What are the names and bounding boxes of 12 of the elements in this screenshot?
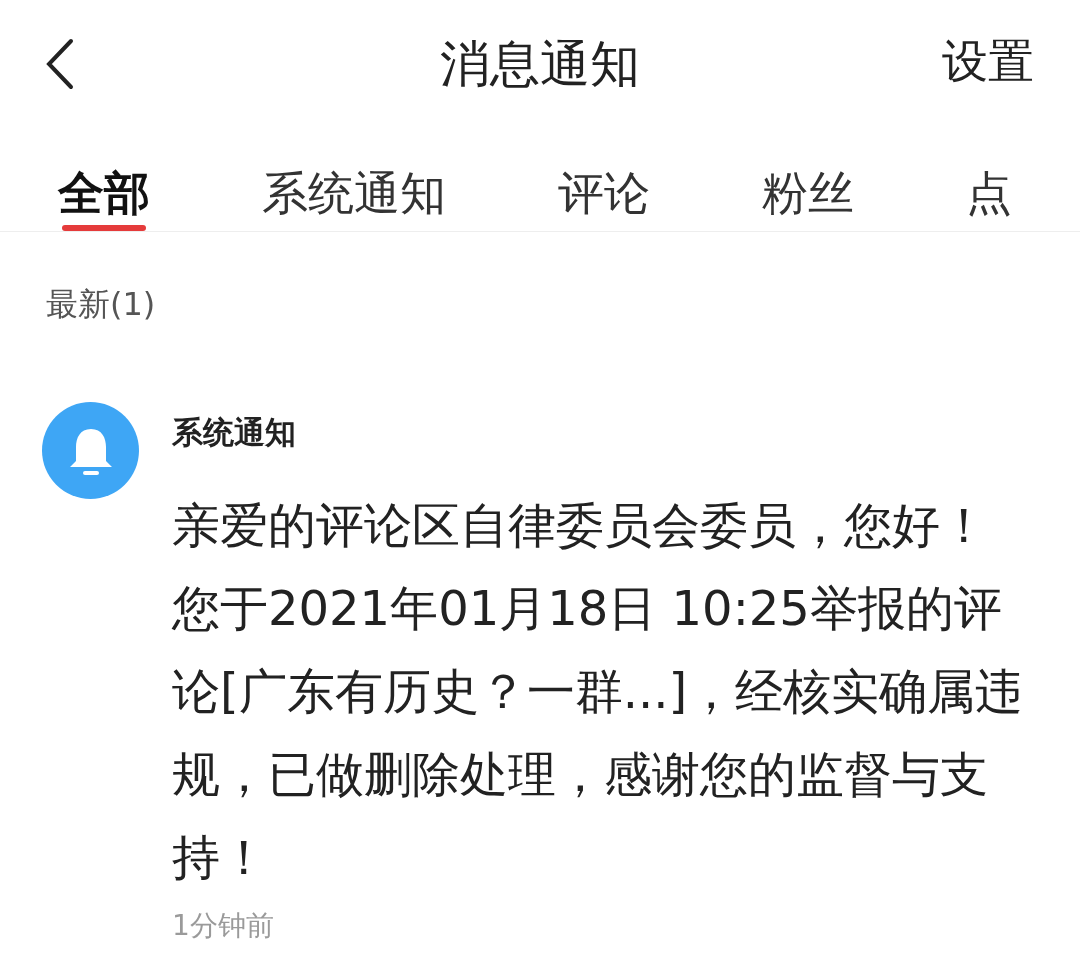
notification-message: 亲爱的评论区自律委员会委员，您好！您于2021年01月18日 10:25举报的评论[广东有历史？一群...]，经核实确属违规，已做删除处理，感谢您的监督与支持！	[172, 496, 1025, 887]
page-title: 消息通知	[440, 39, 640, 89]
settings-button[interactable]: 设置	[942, 38, 1034, 84]
notification-time: 1分钟前	[172, 908, 275, 944]
back-icon	[45, 38, 75, 90]
tab[interactable]: 系统通知	[262, 128, 446, 231]
tab[interactable]: 评论	[558, 128, 650, 231]
tab[interactable]: 全部	[58, 128, 150, 231]
sender-name: 系统通知	[172, 413, 297, 452]
tab[interactable]: 点	[966, 128, 1012, 231]
section-title: 最新(1)	[46, 285, 156, 323]
tab[interactable]: 粉丝	[762, 128, 854, 231]
